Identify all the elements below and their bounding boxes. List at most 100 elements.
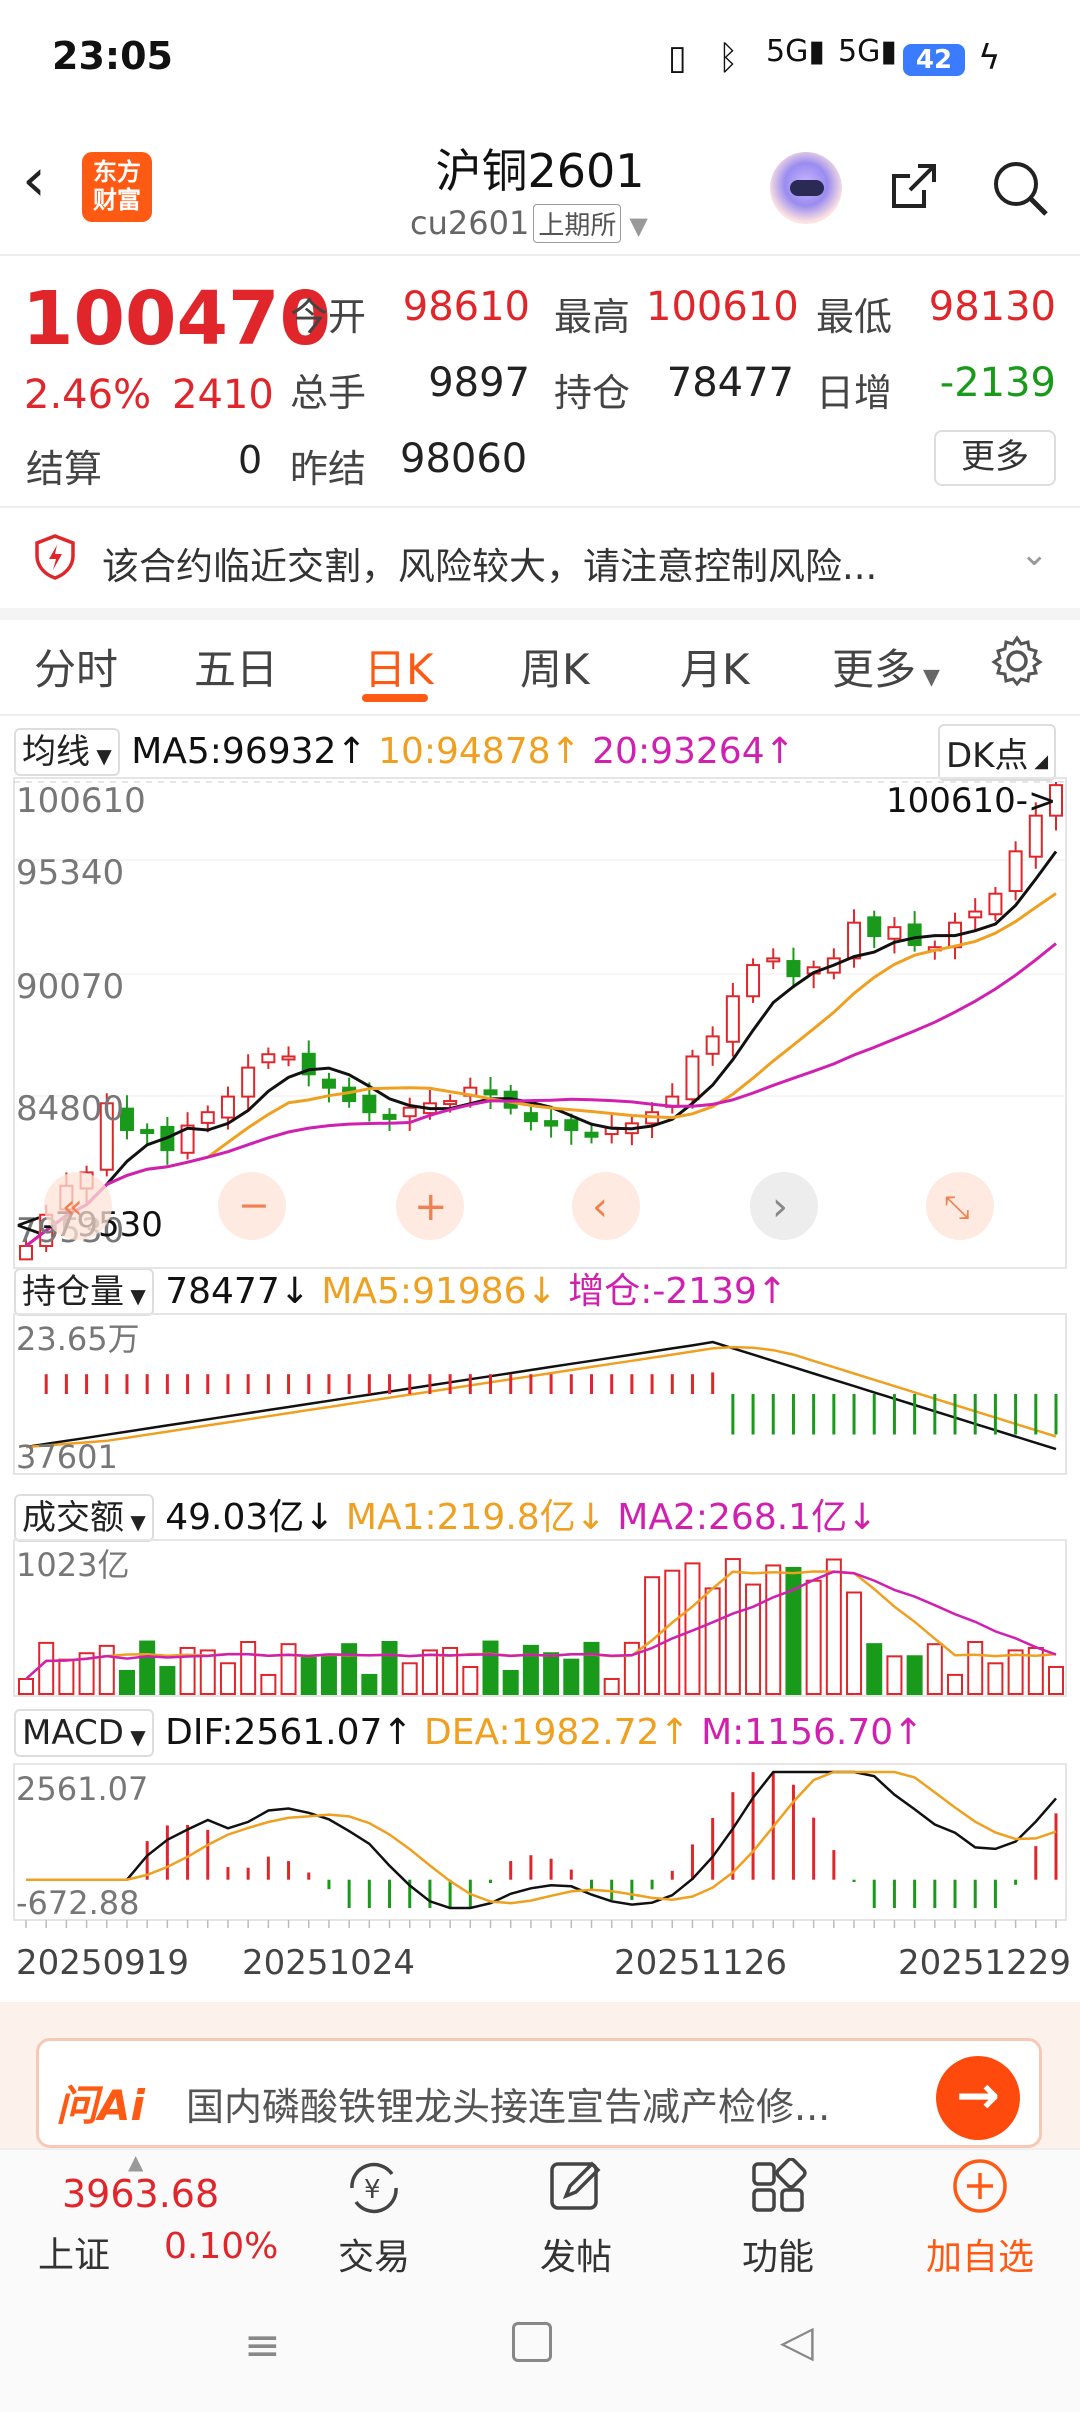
daychg-label: 日增 bbox=[816, 371, 893, 415]
ma-lines bbox=[25, 850, 1058, 1248]
low-value: 98130 bbox=[928, 284, 1056, 330]
vibrate-icon: ▯ bbox=[668, 38, 687, 78]
candle-body bbox=[584, 1131, 599, 1138]
amount-bar bbox=[543, 1652, 560, 1696]
candle-body bbox=[786, 960, 801, 978]
candle-body bbox=[907, 923, 922, 946]
amount-axis-top: 1023亿 bbox=[16, 1546, 129, 1584]
candle-body bbox=[241, 1066, 256, 1098]
caret-down-icon: ▼ bbox=[916, 665, 940, 690]
price-axis-top: 100610 bbox=[16, 781, 146, 821]
volume-value: 9897 bbox=[428, 360, 530, 406]
amount-bar bbox=[240, 1640, 257, 1695]
candle-body bbox=[564, 1119, 579, 1132]
arrow-right-icon[interactable]: → bbox=[936, 2056, 1020, 2140]
daychg-value: -2139 bbox=[939, 360, 1056, 406]
tab-five-day[interactable]: 五日 bbox=[194, 636, 278, 697]
amount-bar bbox=[664, 1569, 681, 1696]
post-edit-icon[interactable] bbox=[546, 2156, 606, 2216]
double-left-icon: « bbox=[62, 1187, 83, 1227]
amount-bar bbox=[361, 1673, 378, 1696]
more-quote-button[interactable]: 更多 bbox=[934, 430, 1056, 486]
amount-bar bbox=[805, 1579, 822, 1695]
add-watchlist-icon[interactable] bbox=[950, 2156, 1010, 2216]
candle-body bbox=[988, 892, 1003, 916]
high-value: 100610 bbox=[646, 284, 799, 330]
candle-body bbox=[705, 1035, 720, 1055]
amount-bar bbox=[482, 1640, 499, 1696]
tab-intraday[interactable]: 分时 bbox=[34, 636, 118, 697]
macd-axis-top: 2561.07 bbox=[16, 1770, 148, 1808]
low-label: 最低 bbox=[816, 295, 893, 339]
candle-body bbox=[443, 1100, 458, 1106]
price-axis-4: 84800 bbox=[16, 1089, 124, 1129]
amount-bar bbox=[219, 1662, 236, 1695]
macd-axis-bottom: -672.88 bbox=[16, 1884, 140, 1922]
candle-body bbox=[685, 1055, 700, 1101]
caret-up-icon: ▲ bbox=[128, 2150, 144, 2174]
candle-body bbox=[382, 1113, 397, 1120]
nav-add-watchlist[interactable]: 加自选 bbox=[910, 2228, 1050, 2280]
amount-bar bbox=[401, 1662, 418, 1696]
menu-icon[interactable]: ≡ bbox=[244, 2320, 281, 2371]
search-icon[interactable] bbox=[990, 158, 1050, 218]
section-gap bbox=[0, 608, 1080, 620]
date-label-3: 20251126 bbox=[614, 1943, 787, 1983]
tab-week-k[interactable]: 周K bbox=[520, 636, 590, 697]
amount-bar bbox=[967, 1640, 984, 1695]
tab-month-k[interactable]: 月K bbox=[680, 636, 750, 697]
open-label: 今开 bbox=[290, 295, 367, 339]
candle-body bbox=[867, 916, 882, 938]
amount-bar bbox=[300, 1655, 317, 1696]
status-time: 23:05 bbox=[52, 34, 173, 78]
home-icon[interactable] bbox=[512, 2322, 552, 2362]
amount-bar bbox=[906, 1655, 923, 1695]
index-percent: 0.10% bbox=[164, 2226, 279, 2267]
candle-body bbox=[766, 957, 781, 963]
amount-bar bbox=[381, 1640, 398, 1695]
chevron-down-icon[interactable]: ⌄ bbox=[1020, 534, 1049, 574]
nav-post[interactable]: 发帖 bbox=[506, 2228, 646, 2280]
nav-function[interactable]: 功能 bbox=[708, 2228, 848, 2280]
candle-body bbox=[140, 1129, 155, 1135]
settings-gear-icon[interactable] bbox=[990, 634, 1044, 688]
high-label: 最高 bbox=[554, 295, 631, 339]
active-tab-underline bbox=[362, 694, 428, 702]
amount-bar bbox=[341, 1643, 358, 1695]
charging-icon: ϟ bbox=[978, 38, 1001, 78]
shield-warning-icon bbox=[35, 534, 75, 580]
candle-body bbox=[887, 926, 902, 940]
tab-more[interactable]: 更多 ▼ bbox=[832, 636, 940, 697]
contract-selector[interactable]: cu2601 上期所 ▼ bbox=[410, 204, 648, 243]
trade-yen-icon[interactable]: ¥ bbox=[342, 2158, 406, 2218]
macd-dif-line bbox=[26, 1770, 1057, 1910]
function-grid-icon[interactable] bbox=[748, 2158, 808, 2218]
amount-bar bbox=[583, 1641, 600, 1695]
amount-bar bbox=[260, 1673, 277, 1695]
amount-bar bbox=[947, 1673, 964, 1695]
oi-line bbox=[25, 1340, 1057, 1451]
tab-day-k[interactable]: 日K bbox=[364, 636, 434, 697]
date-label-4: 20251229 bbox=[898, 1943, 1071, 1983]
expand-icon: ⤡ bbox=[944, 1188, 970, 1226]
amount-bar bbox=[704, 1587, 721, 1695]
share-icon[interactable] bbox=[888, 160, 940, 212]
amount-bar bbox=[603, 1677, 620, 1695]
date-label-2: 20251024 bbox=[242, 1943, 415, 1983]
index-value[interactable]: 3963.68 bbox=[62, 2172, 219, 2216]
back-nav-icon[interactable]: ◁ bbox=[780, 2316, 814, 2367]
amount-bar bbox=[159, 1666, 176, 1696]
amount-bar bbox=[765, 1564, 782, 1695]
nav-trade[interactable]: 交易 bbox=[304, 2228, 444, 2280]
status-bar: 23:05 ▯ ᛒ 5G▮ 5G▮ 42 ϟ bbox=[0, 0, 1080, 120]
kline-chart[interactable]: 100610 95340 90070 84800 79530 100610-> … bbox=[0, 716, 1080, 2006]
signal-5g-icon: 5G▮ bbox=[766, 34, 825, 69]
amount-bar bbox=[724, 1558, 741, 1696]
ma20-line bbox=[25, 942, 1057, 1248]
candle-body bbox=[746, 964, 761, 998]
amount-bar bbox=[866, 1643, 883, 1696]
amount-bar bbox=[1007, 1649, 1024, 1695]
exchange-badge: 上期所 bbox=[533, 204, 622, 243]
change-percent: 2.46% bbox=[24, 372, 152, 418]
battery-icon: 42 bbox=[903, 44, 965, 76]
